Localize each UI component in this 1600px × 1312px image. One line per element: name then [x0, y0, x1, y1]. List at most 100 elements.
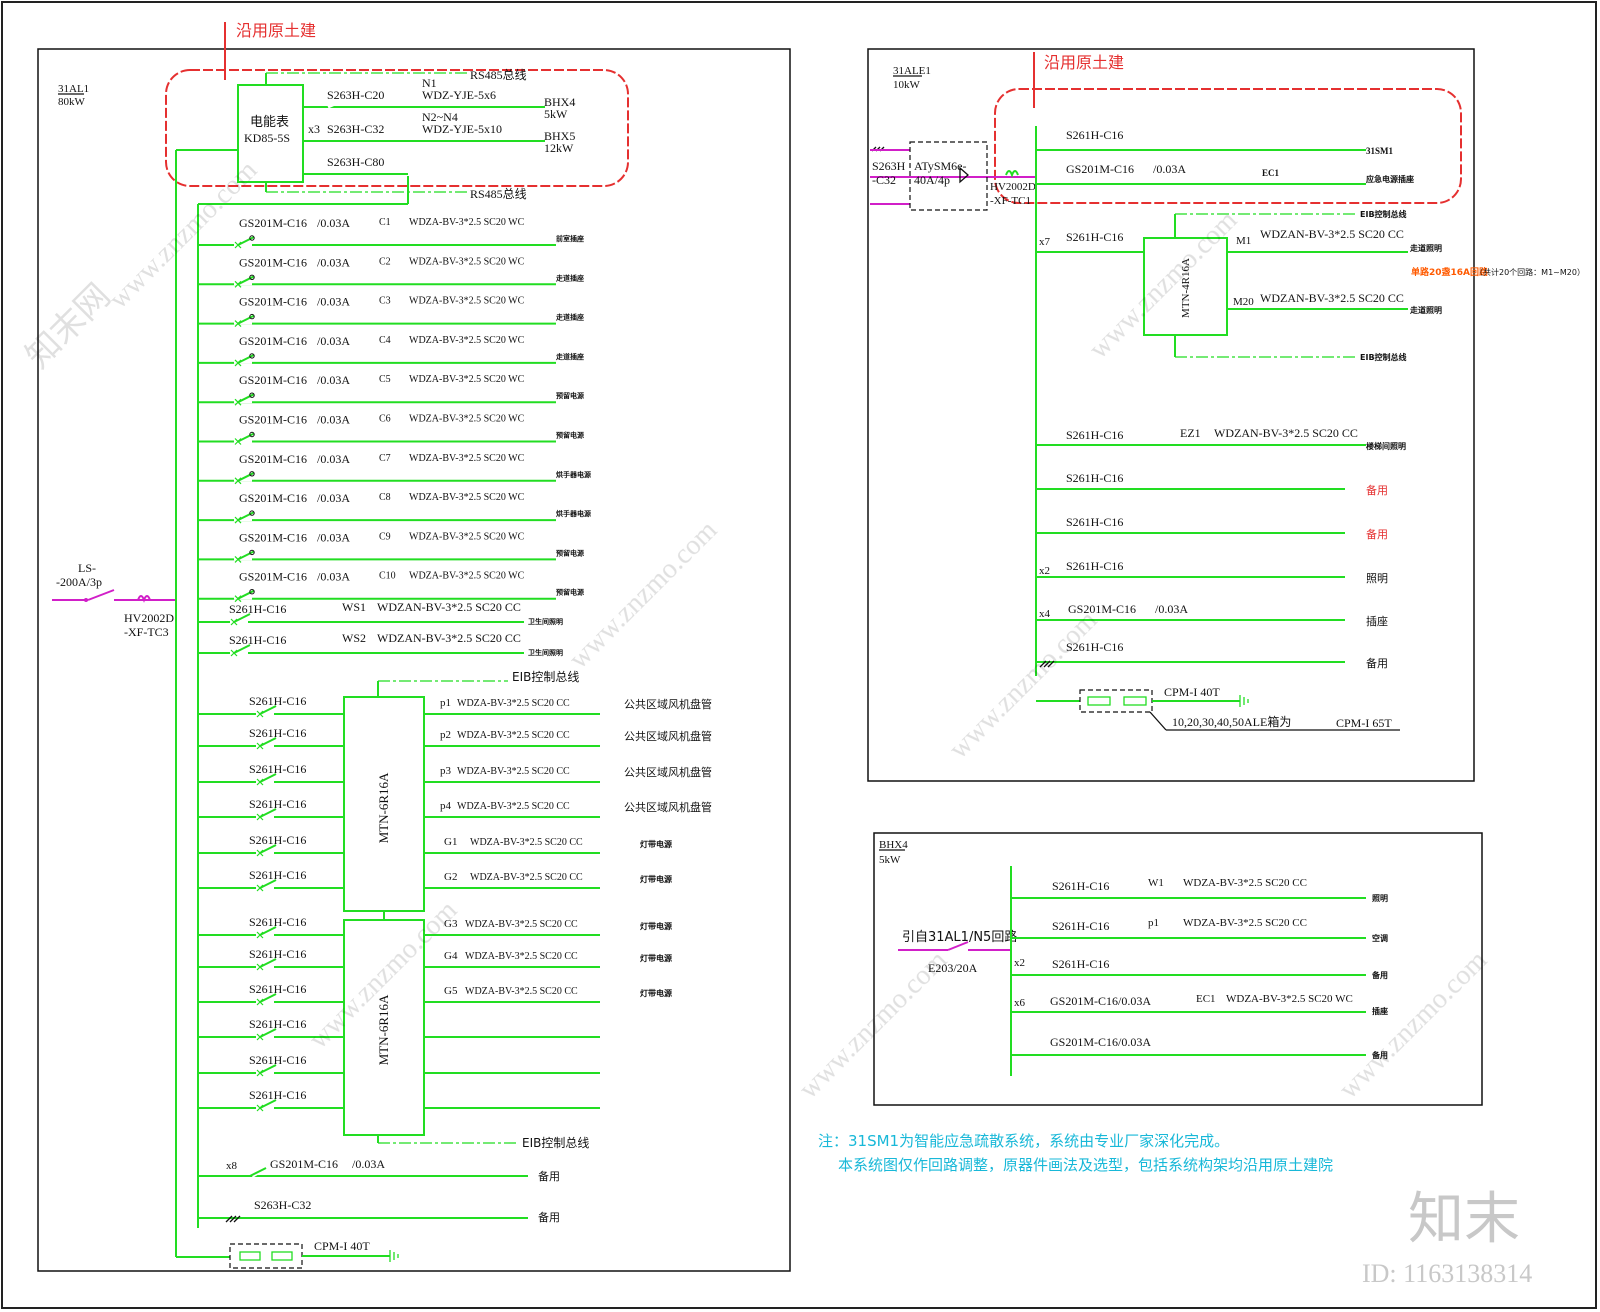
cable: WDZA-BV-3*2.5 SC20 WC: [409, 217, 525, 228]
dest: 备用: [538, 1169, 560, 1183]
dest: 公共区域风机盘管: [624, 697, 712, 711]
dest: 照明: [1366, 572, 1388, 585]
dest: 烘手器电源: [556, 470, 591, 479]
dest: 走道插座: [556, 352, 584, 361]
rcd: /0.03A: [352, 1157, 385, 1171]
note-black: （共计20个回路：M1~M20）: [1475, 267, 1585, 277]
eib-bus-bottom: EIB控制总线: [522, 1136, 589, 1150]
circuit-id: C3: [379, 296, 391, 307]
dest: 预留电源: [556, 431, 584, 440]
breaker: S263H-C32: [327, 122, 384, 136]
multiplier: x8: [226, 1160, 238, 1172]
dest: 公共区域风机盘管: [624, 729, 712, 743]
breaker: S261H-C16: [249, 915, 306, 929]
breaker: GS201M-C16: [239, 216, 307, 230]
breaker: GS201M-C16: [239, 295, 307, 309]
breaker: GS201M-C16/0.03A: [1050, 994, 1151, 1008]
cable: WDZA-BV-3*2.5 SC20 CC: [470, 872, 583, 883]
circuit-ws2: S261H-C16 WS2 WDZAN-BV-3*2.5 SC20 CC 卫生间照明: [198, 631, 563, 657]
breaker: GS201M-C16: [239, 530, 307, 544]
breaker: S261H-C16: [1066, 128, 1123, 142]
cable: WDZAN-BV-3*2.5 SC20 CC: [377, 600, 521, 614]
circuit-id: C10: [379, 571, 396, 582]
dest: 楼梯间照明: [1366, 441, 1406, 451]
cable: WDZA-BV-3*2.5 SC20 WC: [409, 492, 525, 503]
panel-power: 10kW: [893, 79, 921, 91]
circuit-id: EZ1: [1180, 426, 1201, 440]
circuit-id: C1: [379, 217, 391, 228]
breaker: S263H-C80: [327, 155, 384, 169]
in-breaker-rating: -C32: [872, 173, 896, 187]
cable: WDZA-BV-3*2.5 SC20 CC: [1183, 917, 1307, 929]
electrical-system-diagram: 31AL1 80kW 沿用原土建 LS- -200A/3p HV2002D -X…: [1, 1, 1597, 1309]
dest: 插座: [1366, 614, 1388, 628]
breaker: GS201M-C16: [239, 570, 307, 584]
panel-power: 80kW: [58, 96, 86, 108]
m1-dest: 走道照明: [1409, 243, 1442, 253]
breaker: S261H-C16: [229, 633, 286, 647]
dest: 备用: [1366, 527, 1388, 541]
circuit-id: W1: [1148, 877, 1164, 889]
breaker: S261H-C16: [249, 1088, 306, 1102]
cable: WDZA-BV-3*2.5 SC20 CC: [465, 919, 578, 930]
dest: 卫生间照明: [528, 648, 563, 657]
revision-label: 沿用原土建: [236, 21, 316, 40]
circuit-id: p1: [440, 697, 451, 709]
dest: 灯带电源: [640, 921, 672, 931]
eib-bus-top: EIB控制总线: [1360, 209, 1407, 219]
cable: WDZA-BV-3*2.5 SC20 WC: [409, 335, 525, 346]
dest: 预留电源: [556, 548, 584, 557]
rcd: /0.03A: [317, 491, 350, 505]
spd-note-2: CPM-I 65T: [1336, 716, 1392, 730]
dest: 公共区域风机盘管: [624, 765, 712, 779]
dest: 走道插座: [556, 313, 584, 322]
breaker: S263H-C20: [327, 88, 384, 102]
dest: 插座: [1372, 1006, 1388, 1016]
dest: 备用: [538, 1210, 560, 1224]
circuit-id: G5: [444, 985, 458, 997]
circuit-id: EC1: [1196, 993, 1216, 1005]
panel-name: BHX4: [879, 839, 908, 851]
cable: WDZA-BV-3*2.5 SC20 WC: [409, 453, 525, 464]
rcd: /0.03A: [317, 530, 350, 544]
breaker: S261H-C16: [1066, 471, 1123, 485]
rcd: /0.03A: [317, 373, 350, 387]
rcd: /0.03A: [1155, 602, 1188, 616]
rcd: /0.03A: [317, 216, 350, 230]
circuit-id: C4: [379, 335, 391, 346]
circuit-ws1: S261H-C16 WS1 WDZAN-BV-3*2.5 SC20 CC 卫生间照明: [198, 600, 563, 626]
cable: WDZA-BV-3*2.5 SC20 WC: [409, 256, 525, 267]
watermark-logo: 知末: [1408, 1187, 1520, 1252]
circuit-ec1: x6 GS201M-C16/0.03A EC1 WDZA-BV-3*2.5 SC…: [1011, 993, 1388, 1016]
dest: 备用: [1366, 656, 1388, 670]
circuit-id: C6: [379, 414, 391, 425]
multiplier: x4: [1039, 608, 1051, 620]
circuit-id: C5: [379, 374, 391, 385]
breaker: S261H-C16: [249, 833, 306, 847]
rcd: /0.03A: [317, 570, 350, 584]
circuit-id: p1: [1148, 917, 1159, 929]
m1-cable: WDZAN-BV-3*2.5 SC20 CC: [1260, 227, 1404, 241]
breaker: S261H-C16: [229, 602, 286, 616]
circuit-id: C2: [379, 256, 391, 267]
mtn-module-1-label: MTN-6R16A: [376, 772, 391, 843]
multiplier: x6: [1014, 997, 1026, 1009]
rcd: /0.03A: [317, 334, 350, 348]
dest: 公共区域风机盘管: [624, 800, 712, 814]
breaker: S261H-C16: [249, 694, 306, 708]
cable: WDZA-BV-3*2.5 SC20 CC: [457, 801, 570, 812]
breaker: S261H-C16: [249, 947, 306, 961]
spd-note: 10,20,30,40,50ALE箱为: [1172, 714, 1291, 729]
circuit-id: EC1: [1262, 168, 1280, 178]
isolator-model: -XF-TC1: [990, 195, 1031, 207]
circuit-id: WS2: [342, 631, 366, 645]
isolator-model: -XF-TC3: [124, 625, 169, 639]
breaker: S261H-C16: [1066, 559, 1123, 573]
cable: WDZA-BV-3*2.5 SC20 CC: [470, 837, 583, 848]
cable: WDZA-BV-3*2.5 SC20 WC: [409, 374, 525, 385]
mtn-module-2-label: MTN-6R16A: [376, 994, 391, 1065]
cable: WDZA-BV-3*2.5 SC20 CC: [457, 766, 570, 777]
dest: 照明: [1372, 894, 1388, 903]
dest: 31SM1: [1366, 146, 1394, 156]
circuit-id: C7: [379, 453, 391, 464]
